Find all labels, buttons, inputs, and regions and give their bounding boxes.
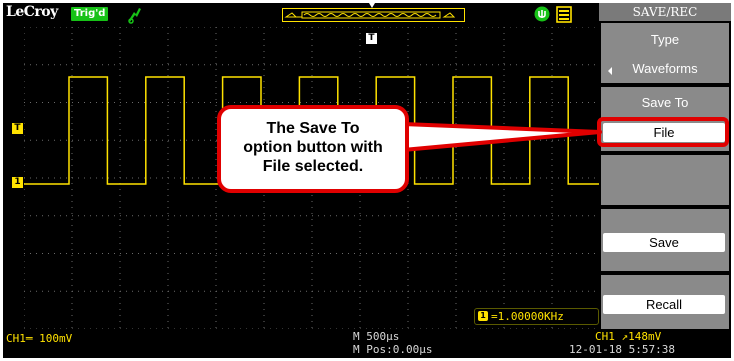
- trigger-position-arrow-icon: [369, 3, 375, 8]
- annotation-callout: The Save To option button with File sele…: [217, 105, 409, 193]
- trigger-status-badge: Trig'd: [71, 7, 109, 21]
- top-status-bar: LeCroy Trig'd: [3, 3, 599, 27]
- brand-logo: LeCroy: [6, 4, 58, 20]
- callout-line: option button with: [243, 139, 383, 156]
- option-arrow-icon: [608, 67, 612, 75]
- horizontal-position: M Pos:0.00μs: [353, 343, 433, 356]
- probe-icon: [128, 8, 141, 24]
- frequency-channel-icon: 1: [478, 311, 488, 321]
- storage-icon: [556, 6, 572, 23]
- trigger-position-marker[interactable]: T: [366, 33, 377, 44]
- usb-icon: [534, 6, 550, 22]
- callout-line: The Save To: [266, 120, 360, 137]
- menu-empty-slot: [601, 155, 729, 205]
- menu-save-option[interactable]: Save: [601, 209, 729, 271]
- saveto-label: Save To: [641, 95, 689, 110]
- trigger-info: CH1 ↗148mV: [595, 330, 662, 343]
- type-value: Waveforms: [632, 61, 698, 76]
- frequency-readout: 1 =1.00000KHz: [474, 308, 599, 325]
- ch1-scale: CH1═ 100mV: [6, 332, 73, 345]
- menu-recall-option[interactable]: Recall: [601, 275, 729, 329]
- recall-button[interactable]: Recall: [603, 295, 725, 314]
- file-option-highlight: [597, 117, 729, 147]
- type-label: Type: [650, 32, 680, 47]
- waveform-overview-bar: [282, 8, 465, 22]
- callout-text: The Save To option button with File sele…: [221, 119, 405, 176]
- frequency-value: =1.00000KHz: [491, 310, 564, 323]
- date-time: 12-01-18 5:57:38: [569, 343, 675, 356]
- trigger-level-marker[interactable]: T: [12, 123, 23, 134]
- save-button[interactable]: Save: [603, 233, 725, 252]
- callout-line: File selected.: [262, 158, 364, 175]
- bottom-status-bar: CH1═ 100mV M 500μs M Pos:0.00μs CH1 ↗148…: [3, 329, 731, 358]
- channel1-ground-marker[interactable]: 1: [12, 177, 23, 188]
- timebase: M 500μs: [353, 330, 400, 343]
- menu-title: SAVE/REC: [599, 3, 731, 21]
- menu-type-option[interactable]: Type Waveforms: [601, 23, 729, 83]
- side-menu: SAVE/REC Type Waveforms Save To File Sav…: [599, 3, 731, 329]
